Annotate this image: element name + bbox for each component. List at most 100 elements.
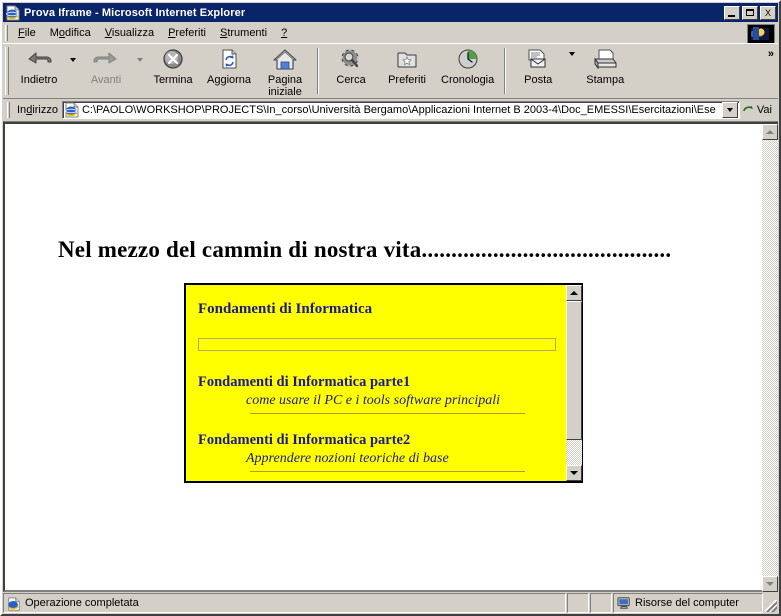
- scroll-up-arrow-icon[interactable]: [762, 124, 778, 140]
- list-item-heading: Fondamenti di Informatica parte2: [198, 432, 411, 448]
- page-area: Nel mezzo del cammin di nostra vita.....…: [3, 122, 778, 592]
- computer-monitor-icon: [617, 597, 631, 609]
- back-button[interactable]: Indietro: [11, 44, 67, 98]
- maximize-button[interactable]: [742, 5, 758, 20]
- scroll-down-arrow-icon[interactable]: [762, 576, 778, 592]
- address-dropdown-button[interactable]: [721, 102, 738, 118]
- iframe-scrollbar-thumb[interactable]: [566, 301, 582, 440]
- list-item-heading: Fondamenti di Informatica parte1: [198, 374, 411, 390]
- mail-dropdown-button[interactable]: [566, 44, 577, 98]
- history-button-label: Cronologia: [441, 74, 495, 86]
- forward-arrow-icon: [93, 48, 119, 72]
- back-arrow-icon: [26, 48, 52, 72]
- menu-item-file[interactable]: File: [11, 25, 43, 41]
- minimize-button[interactable]: [724, 5, 740, 20]
- menu-bar: File Modifica Visualizza Preferiti Strum…: [3, 23, 778, 44]
- search-button[interactable]: Cerca: [323, 44, 379, 98]
- history-button[interactable]: Cronologia: [435, 44, 500, 98]
- printer-icon: [592, 48, 618, 72]
- search-button-label: Cerca: [336, 74, 366, 86]
- favorites-folder-icon: [394, 48, 420, 72]
- status-message-text: Operazione completata: [25, 597, 139, 609]
- toolbar-separator: [317, 48, 320, 94]
- forward-dropdown-button[interactable]: [134, 44, 145, 98]
- menu-item-modifica[interactable]: Modifica: [43, 25, 98, 41]
- iframe-text-input[interactable]: [198, 338, 556, 351]
- stop-icon: [160, 48, 186, 72]
- menu-item-visualizza[interactable]: Visualizza: [98, 25, 161, 41]
- mail-icon: [525, 48, 551, 72]
- page-headline: Nel mezzo del cammin di nostra vita.....…: [58, 237, 672, 262]
- list-item-divider: [250, 413, 525, 414]
- forward-button-label: Avanti: [90, 74, 122, 86]
- address-input[interactable]: C:\PAOLO\WORKSHOP\PROJECTS\In_corso\Univ…: [61, 101, 740, 119]
- refresh-button-label: Aggiorna: [207, 74, 252, 86]
- search-icon: [338, 48, 364, 72]
- title-bar: Prova Iframe - Microsoft Internet Explor…: [3, 3, 778, 22]
- stop-button-label: Termina: [153, 74, 193, 86]
- list-item-divider: [250, 471, 525, 472]
- list-item[interactable]: Fondamenti di Informatica parte1 come us…: [198, 374, 556, 414]
- iframe-panel: Fondamenti di Informatica Fondamenti di …: [184, 283, 583, 483]
- status-zone[interactable]: Risorse del computer: [613, 593, 763, 613]
- refresh-icon: [216, 48, 242, 72]
- menu-item-help[interactable]: ?: [274, 25, 294, 41]
- status-pane-2: [590, 593, 612, 613]
- page-scrollbar[interactable]: [762, 122, 778, 592]
- history-clock-icon: [455, 48, 481, 72]
- ie-document-icon: [64, 102, 80, 118]
- scroll-up-arrow-icon[interactable]: [566, 285, 582, 301]
- status-pane-1: [567, 593, 589, 613]
- go-button[interactable]: Vai: [740, 102, 778, 118]
- go-arrow-icon: [742, 102, 755, 118]
- menu-item-preferiti[interactable]: Preferiti: [161, 25, 213, 41]
- chevron-down-icon: [726, 108, 733, 112]
- chevron-down-icon: [568, 52, 575, 56]
- address-input-value: C:\PAOLO\WORKSHOP\PROJECTS\In_corso\Univ…: [81, 104, 716, 116]
- menu-drag-grip[interactable]: [5, 25, 8, 41]
- ie-animated-logo: [747, 24, 775, 44]
- iframe-content: Fondamenti di Informatica Fondamenti di …: [186, 285, 566, 481]
- forward-button[interactable]: Avanti: [78, 44, 134, 98]
- back-button-label: Indietro: [20, 74, 58, 86]
- toolbar-separator-2: [504, 48, 507, 94]
- favorites-button-label: Preferiti: [388, 74, 426, 86]
- address-drag-grip[interactable]: [7, 102, 10, 118]
- toolbar-drag-grip[interactable]: [5, 47, 9, 95]
- list-item[interactable]: Fondamenti di Informatica parte2 Apprend…: [198, 432, 556, 472]
- browser-window: Prova Iframe - Microsoft Internet Explor…: [0, 0, 781, 616]
- window-title: Prova Iframe - Microsoft Internet Explor…: [24, 6, 246, 19]
- scroll-down-arrow-icon[interactable]: [566, 465, 582, 481]
- menu-item-strumenti[interactable]: Strumenti: [213, 25, 274, 41]
- close-button[interactable]: X: [760, 5, 776, 20]
- home-button[interactable]: Pagina iniziale: [257, 44, 313, 98]
- home-button-label: Pagina iniziale: [267, 74, 303, 98]
- chevron-down-icon: [69, 58, 76, 62]
- status-message: Operazione completata: [3, 593, 566, 613]
- ie-document-icon: [5, 5, 21, 21]
- chevron-down-icon: [136, 58, 143, 62]
- iframe-scrollbar[interactable]: [566, 285, 582, 481]
- close-icon: X: [764, 7, 771, 18]
- resize-grip[interactable]: [764, 593, 778, 613]
- list-item-subtitle: Apprendere nozioni teoriche di base: [246, 451, 449, 466]
- window-controls: X: [724, 5, 776, 20]
- mail-button[interactable]: Posta: [510, 44, 566, 98]
- print-button[interactable]: Stampa: [577, 44, 633, 98]
- refresh-button[interactable]: Aggiorna: [201, 44, 257, 98]
- address-bar: Indirizzo C:\PAOLO\WORKSHOP\PROJECTS\In_…: [3, 99, 778, 122]
- toolbar-overflow-button[interactable]: »: [768, 48, 774, 60]
- go-button-label: Vai: [756, 104, 772, 116]
- favorites-button[interactable]: Preferiti: [379, 44, 435, 98]
- mail-button-label: Posta: [524, 74, 553, 86]
- print-button-label: Stampa: [586, 74, 625, 86]
- iframe-title: Fondamenti di Informatica: [198, 301, 373, 317]
- status-zone-text: Risorse del computer: [635, 597, 739, 609]
- toolbar: Indietro Avanti Termina Aggiorna Pagina …: [3, 43, 778, 99]
- stop-button[interactable]: Termina: [145, 44, 201, 98]
- list-item-subtitle: come usare il PC e i tools software prin…: [246, 393, 501, 408]
- address-bar-label: Indirizzo: [17, 104, 58, 116]
- ie-document-icon: [7, 597, 21, 611]
- menu-item-file-label: ile: [24, 27, 36, 39]
- back-dropdown-button[interactable]: [67, 44, 78, 98]
